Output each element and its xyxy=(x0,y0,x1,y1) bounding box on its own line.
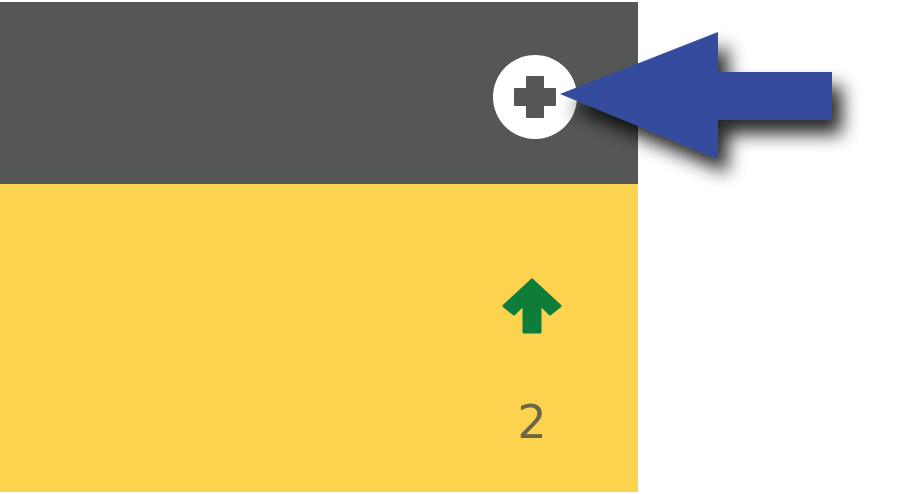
header-bar xyxy=(0,2,638,184)
plus-circle-icon xyxy=(514,76,556,118)
add-button[interactable] xyxy=(493,55,577,139)
screenshot-stage: 2 xyxy=(0,0,924,494)
upvote-button[interactable] xyxy=(500,276,564,336)
vote-count: 2 xyxy=(517,395,547,449)
arrow-up-icon xyxy=(502,278,562,334)
vote-panel: 2 xyxy=(0,2,638,492)
content-area: 2 xyxy=(0,184,638,492)
